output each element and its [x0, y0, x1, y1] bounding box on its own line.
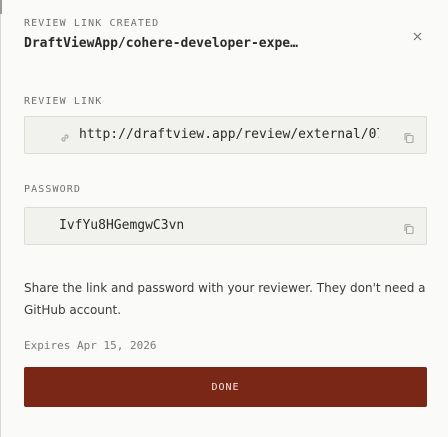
panel-edge — [0, 0, 1, 437]
done-button[interactable]: DONE — [24, 367, 427, 407]
expiry-date: Expires Apr 15, 2026 — [24, 339, 157, 352]
copy-link-button[interactable] — [403, 129, 415, 144]
close-icon — [413, 32, 421, 41]
password-label: PASSWORD — [24, 184, 81, 195]
share-instructions: Share the link and password with your re… — [24, 281, 426, 317]
review-link-value: http://draftview.app/review/external/07… — [79, 127, 379, 142]
review-link-field[interactable]: http://draftview.app/review/external/07… — [24, 116, 427, 154]
close-button[interactable] — [410, 31, 424, 45]
password-field[interactable]: IvfYu8HGemgwC3vn — [24, 207, 427, 245]
copy-icon — [404, 224, 414, 235]
dialog-title: DraftViewApp/cohere-developer-expe… — [24, 36, 298, 51]
copy-icon — [404, 133, 414, 144]
link-icon — [59, 129, 71, 142]
review-link-label: REVIEW LINK — [24, 96, 103, 107]
panel-edge-mark — [0, 0, 2, 14]
copy-password-button[interactable] — [403, 220, 415, 235]
header-eyebrow: REVIEW LINK CREATED — [24, 18, 160, 29]
password-value: IvfYu8HGemgwC3vn — [59, 218, 185, 233]
